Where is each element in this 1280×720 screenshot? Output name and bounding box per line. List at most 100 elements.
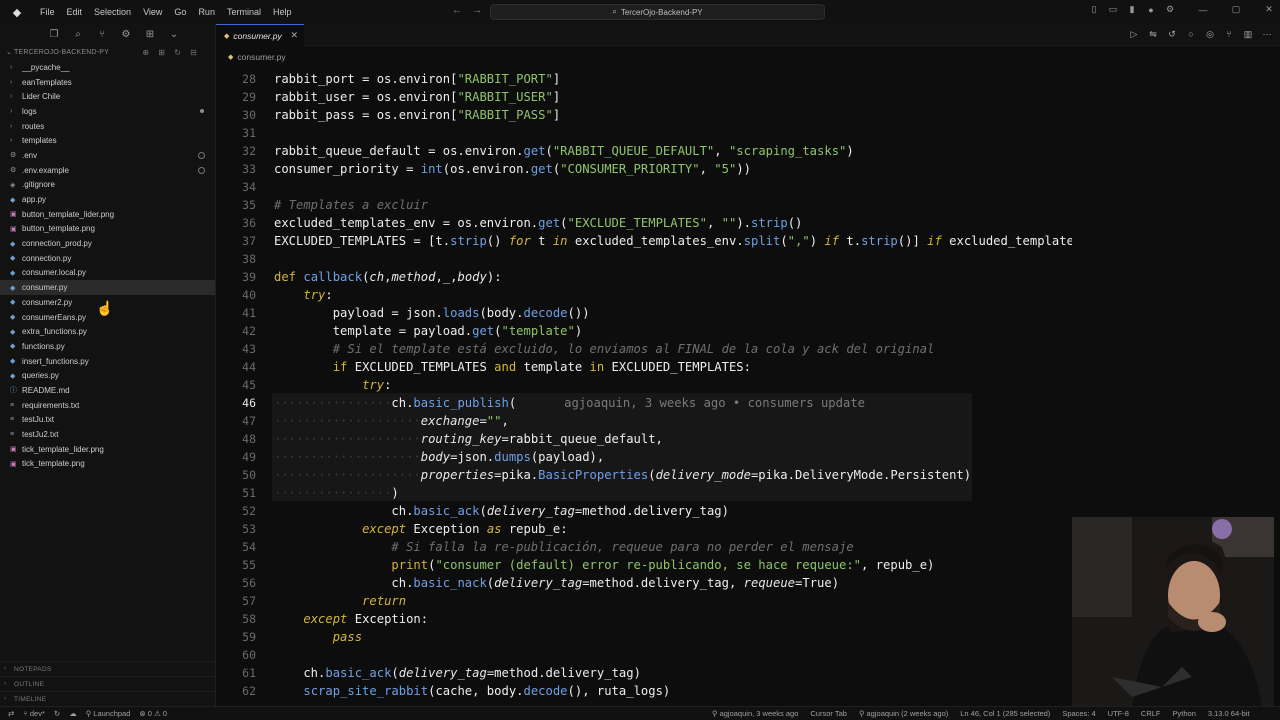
- tab-label: consumer.py: [233, 30, 282, 41]
- section-outline[interactable]: › OUTLINE: [0, 676, 215, 691]
- tree-folder[interactable]: › eanTemplates: [0, 75, 215, 90]
- code-line: 28 rabbit_port = os.environ["RABBIT_PORT"…: [216, 70, 1072, 88]
- forward-arrow-icon[interactable]: →: [472, 5, 482, 16]
- extensions-icon[interactable]: ⚙: [120, 29, 132, 40]
- sync-icon[interactable]: ↻: [54, 709, 60, 718]
- toggle-panel-icon[interactable]: ▭: [1108, 4, 1118, 15]
- chevron-right-icon: ›: [10, 63, 13, 71]
- tree-file[interactable]: ◆ queries.py: [0, 368, 215, 383]
- grid-icon[interactable]: ⊞: [144, 29, 156, 40]
- branch-status[interactable]: ⑂ dev*: [23, 709, 45, 718]
- tree-file[interactable]: ◆ connection.py: [0, 251, 215, 266]
- tree-file[interactable]: ◆ app.py: [0, 192, 215, 207]
- accounts-icon[interactable]: ●: [1146, 5, 1156, 15]
- tree-file[interactable]: ≡ requirements.txt: [0, 398, 215, 413]
- more-actions-icon[interactable]: ⋯: [1262, 29, 1272, 40]
- section-timeline[interactable]: › TIMELINE: [0, 691, 215, 706]
- tree-file[interactable]: ◆ functions.py: [0, 339, 215, 354]
- tree-folder[interactable]: › __pycache__: [0, 60, 215, 75]
- back-arrow-icon[interactable]: ←: [452, 5, 462, 16]
- code-line: 35 # Templates a excluir: [216, 196, 1072, 214]
- tree-folder[interactable]: › routes: [0, 119, 215, 134]
- menu-file[interactable]: File: [34, 7, 61, 17]
- problems-count: 0: [147, 709, 152, 718]
- files-icon[interactable]: ❐: [48, 29, 60, 40]
- tree-file[interactable]: ◆ insert_functions.py: [0, 354, 215, 369]
- python-file-icon: ◆: [10, 240, 16, 248]
- menu-view[interactable]: View: [137, 7, 168, 17]
- tab-consumer-py[interactable]: ◆ consumer.py ✕: [216, 24, 304, 46]
- toggle-secondary-sidebar-icon[interactable]: ▮: [1127, 4, 1137, 15]
- menu-help[interactable]: Help: [267, 7, 298, 17]
- tree-file[interactable]: ▣ tick_template_lider.png: [0, 442, 215, 457]
- launchpad-status[interactable]: ⚲ Launchpad: [86, 709, 131, 718]
- line-number: 33: [242, 162, 256, 176]
- history-icon[interactable]: ↺: [1167, 29, 1177, 40]
- tree-file[interactable]: ⚙ .env.example: [0, 163, 215, 178]
- split-editor-icon[interactable]: ▥: [1243, 29, 1253, 40]
- menu-terminal[interactable]: Terminal: [221, 7, 267, 17]
- tree-file[interactable]: ⚙ .env: [0, 148, 215, 163]
- tree-file[interactable]: ◆ consumer.local.py: [0, 266, 215, 281]
- toggle-sidebar-icon[interactable]: ▯: [1089, 4, 1099, 15]
- publish-icon[interactable]: ☁: [69, 709, 77, 718]
- menu-go[interactable]: Go: [168, 7, 192, 17]
- tree-file[interactable]: ▣ tick_template.png: [0, 457, 215, 472]
- tree-folder[interactable]: › Lider Chile: [0, 89, 215, 104]
- menu-edit[interactable]: Edit: [61, 7, 89, 17]
- tree-file[interactable]: ◈ .gitignore: [0, 178, 215, 193]
- close-window-icon[interactable]: ✕: [1264, 4, 1274, 15]
- collapse-icon[interactable]: ⊟: [190, 48, 197, 57]
- new-file-icon[interactable]: ⊕: [142, 48, 149, 57]
- remote-icon[interactable]: ⇄: [8, 709, 14, 718]
- blame2-status[interactable]: ⚲ agjoaquin (2 weeks ago): [859, 709, 948, 718]
- python-file-icon: ◆: [10, 299, 16, 307]
- settings-gear-icon[interactable]: ⚙: [1165, 4, 1175, 15]
- refresh-icon[interactable]: ↻: [174, 48, 181, 57]
- tree-item-label: Lider Chile: [22, 92, 61, 102]
- command-center-search[interactable]: ⌕ TercerOjo-Backend-PY: [490, 4, 825, 20]
- project-header[interactable]: ⌄ TERCEROJO-BACKEND-PY ⊕ ⊞ ↻ ⊟: [0, 44, 215, 60]
- source-control-icon[interactable]: ⑂: [96, 29, 108, 40]
- tree-file[interactable]: ▣ button_template_lider.png: [0, 207, 215, 222]
- minimize-icon[interactable]: —: [1198, 5, 1208, 15]
- menu-run[interactable]: Run: [192, 7, 221, 17]
- code-editor[interactable]: 28 rabbit_port = os.environ["RABBIT_PORT"…: [216, 70, 1072, 706]
- new-folder-icon[interactable]: ⊞: [158, 48, 165, 57]
- problems-status[interactable]: ⊗ 0 ⚠ 0: [139, 709, 167, 718]
- cursor-tab-status[interactable]: Cursor Tab: [810, 709, 847, 718]
- run-icon[interactable]: ▷: [1129, 29, 1139, 40]
- chevron-down-icon[interactable]: ⌄: [168, 29, 180, 40]
- tree-folder[interactable]: › templates: [0, 133, 215, 148]
- git-icon[interactable]: ⑂: [1224, 29, 1234, 40]
- compare-icon[interactable]: ⇋: [1148, 29, 1158, 40]
- tree-file[interactable]: ◆ extra_functions.py: [0, 324, 215, 339]
- section-notepads[interactable]: › NOTEPADS: [0, 661, 215, 676]
- code-text: rabbit_pass = os.environ["RABBIT_PASS"]: [274, 108, 561, 122]
- menu-selection[interactable]: Selection: [88, 7, 137, 17]
- tree-file[interactable]: ⓘ README.md: [0, 383, 215, 398]
- code-line: 30 rabbit_pass = os.environ["RABBIT_PASS"…: [216, 106, 1072, 124]
- breadcrumb-file[interactable]: consumer.py: [237, 52, 285, 62]
- close-tab-icon[interactable]: ✕: [290, 30, 298, 41]
- tree-file[interactable]: ≡ testJu.txt: [0, 413, 215, 428]
- tree-file[interactable]: ◆ consumer.py: [0, 280, 215, 295]
- tree-file[interactable]: ▣ button_template.png: [0, 222, 215, 237]
- code-text: if EXCLUDED_TEMPLATES and template in EX…: [332, 360, 751, 374]
- code-text: consumer_priority = int(os.environ.get("…: [274, 162, 751, 176]
- code-line: 42 template = payload.get("template"): [216, 322, 1072, 340]
- tree-folder[interactable]: › logs: [0, 104, 215, 119]
- maximize-icon[interactable]: ▢: [1231, 4, 1241, 15]
- tree-file[interactable]: ≡ testJu2.txt: [0, 427, 215, 442]
- search-icon[interactable]: ⌕: [72, 29, 84, 40]
- blame-status[interactable]: ⚲ agjoaquin, 3 weeks ago: [712, 709, 798, 718]
- tree-file[interactable]: ◆ connection_prod.py: [0, 236, 215, 251]
- cursor-position[interactable]: Ln 46, Col 1 (285 selected): [960, 709, 1050, 718]
- commit-icon[interactable]: ○: [1186, 29, 1196, 40]
- python-version-status[interactable]: 3.13.0 64-bit: [1208, 709, 1250, 718]
- eol-status[interactable]: CRLF: [1141, 709, 1161, 718]
- language-status[interactable]: Python: [1173, 709, 1196, 718]
- indentation-status[interactable]: Spaces: 4: [1062, 709, 1095, 718]
- timeline-icon[interactable]: ◎: [1205, 29, 1215, 40]
- encoding-status[interactable]: UTF-8: [1108, 709, 1129, 718]
